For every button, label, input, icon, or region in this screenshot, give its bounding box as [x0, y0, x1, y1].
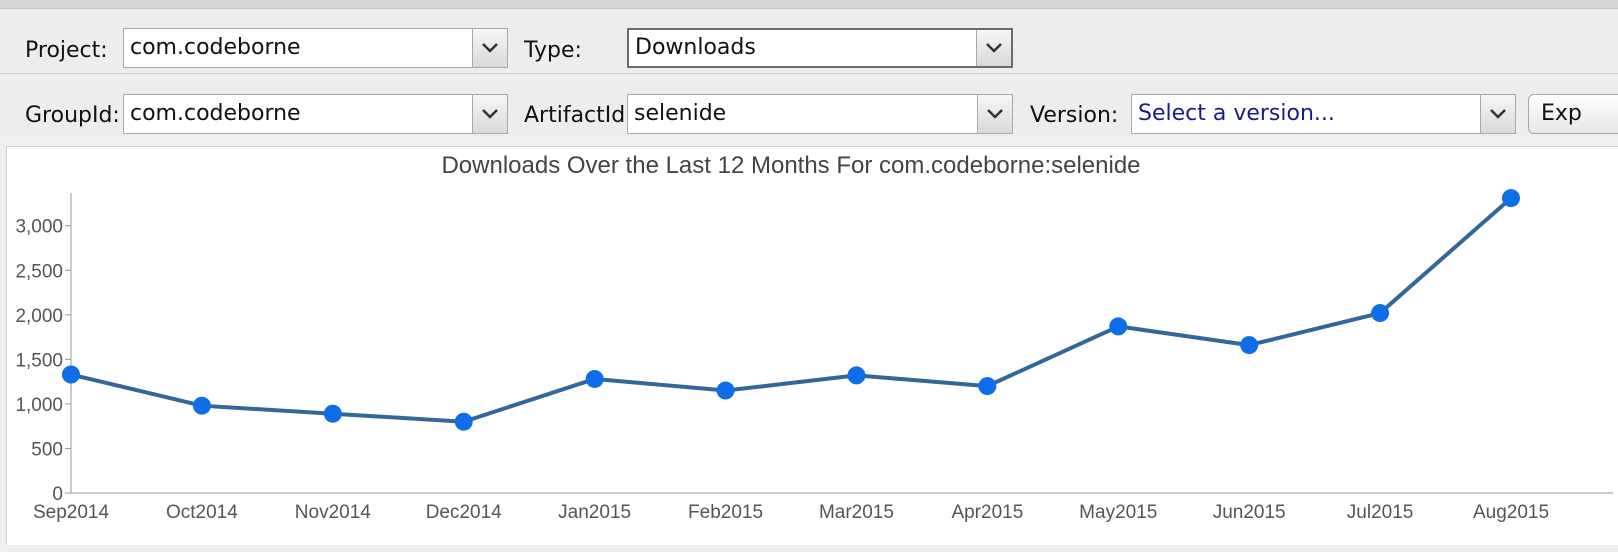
x-tick-label: Feb2015 — [688, 502, 763, 523]
data-point — [62, 365, 80, 384]
downloads-chart-panel: 0 500 1,000 1,500 2,000 2,500 3,000 Sep2014 Oct2… — [6, 146, 1618, 545]
x-tick-label: Dec2014 — [426, 502, 502, 523]
data-point — [1371, 304, 1390, 323]
data-point — [1109, 317, 1128, 336]
chevron-down-icon[interactable] — [977, 95, 1012, 133]
type-select-value: Downloads — [635, 35, 756, 60]
artifact-id-select-value: selenide — [634, 101, 727, 126]
project-select[interactable]: com.codeborne — [123, 28, 508, 68]
top-toolbar-strip — [0, 0, 1618, 9]
data-point — [192, 396, 211, 415]
x-tick-label: Jun2015 — [1213, 502, 1286, 523]
group-id-select-value: com.codeborne — [130, 101, 301, 126]
x-tick-label: May2015 — [1079, 502, 1157, 523]
x-tick-label: Mar2015 — [819, 502, 894, 523]
filter-row-project: Project: com.codeborne Type: Downloads — [0, 9, 1618, 74]
export-button[interactable]: Exp — [1528, 94, 1618, 134]
y-tick-label: 1,500 — [15, 350, 63, 371]
data-point — [1502, 189, 1520, 208]
chart-title: Downloads Over the Last 12 Months For co… — [441, 152, 1140, 179]
group-id-select[interactable]: com.codeborne — [123, 94, 508, 134]
data-point — [585, 369, 604, 388]
version-select-value: Select a version... — [1138, 101, 1335, 126]
x-tick-label: Apr2015 — [951, 502, 1023, 523]
data-point — [454, 412, 473, 431]
series-line — [69, 196, 1513, 424]
project-select-value: com.codeborne — [130, 35, 301, 60]
data-point — [978, 377, 997, 396]
y-tick-label: 2,000 — [15, 306, 63, 327]
x-tick-label: Jul2015 — [1347, 502, 1414, 523]
project-label: Project: — [25, 38, 108, 63]
version-label: Version: — [1030, 103, 1119, 128]
data-point — [323, 404, 342, 423]
chevron-down-icon[interactable] — [472, 95, 507, 133]
downloads-line-chart: 05001,0001,5002,0002,5003,000Sep2014 Oct2… — [15, 152, 1613, 523]
y-tick-label: 1,000 — [15, 395, 63, 416]
x-tick-label: Aug2015 — [1473, 502, 1549, 523]
group-id-label: GroupId: — [25, 103, 120, 128]
x-tick-label: Oct2014 — [166, 502, 238, 523]
artifact-id-select[interactable]: selenide — [627, 94, 1013, 134]
chevron-down-icon[interactable] — [976, 30, 1011, 66]
type-select[interactable]: Downloads — [627, 28, 1013, 68]
x-tick-label: Jan2015 — [558, 502, 631, 523]
data-point — [1240, 336, 1259, 355]
data-point — [847, 366, 866, 385]
type-label: Type: — [524, 38, 582, 63]
y-tick-label: 3,000 — [15, 217, 63, 238]
data-point — [716, 381, 735, 400]
y-tick-label: 2,500 — [15, 261, 63, 282]
chevron-down-icon[interactable] — [1480, 95, 1515, 133]
x-tick-label: Nov2014 — [295, 502, 371, 523]
chevron-down-icon[interactable] — [472, 29, 507, 67]
filter-row-artifact: GroupId: com.codeborne ArtifactId: selen… — [0, 74, 1618, 142]
y-tick-label: 500 — [31, 439, 63, 460]
x-tick-label: Sep2014 — [33, 502, 110, 523]
artifact-id-label: ArtifactId: — [524, 103, 633, 128]
version-select[interactable]: Select a version... — [1131, 94, 1516, 134]
